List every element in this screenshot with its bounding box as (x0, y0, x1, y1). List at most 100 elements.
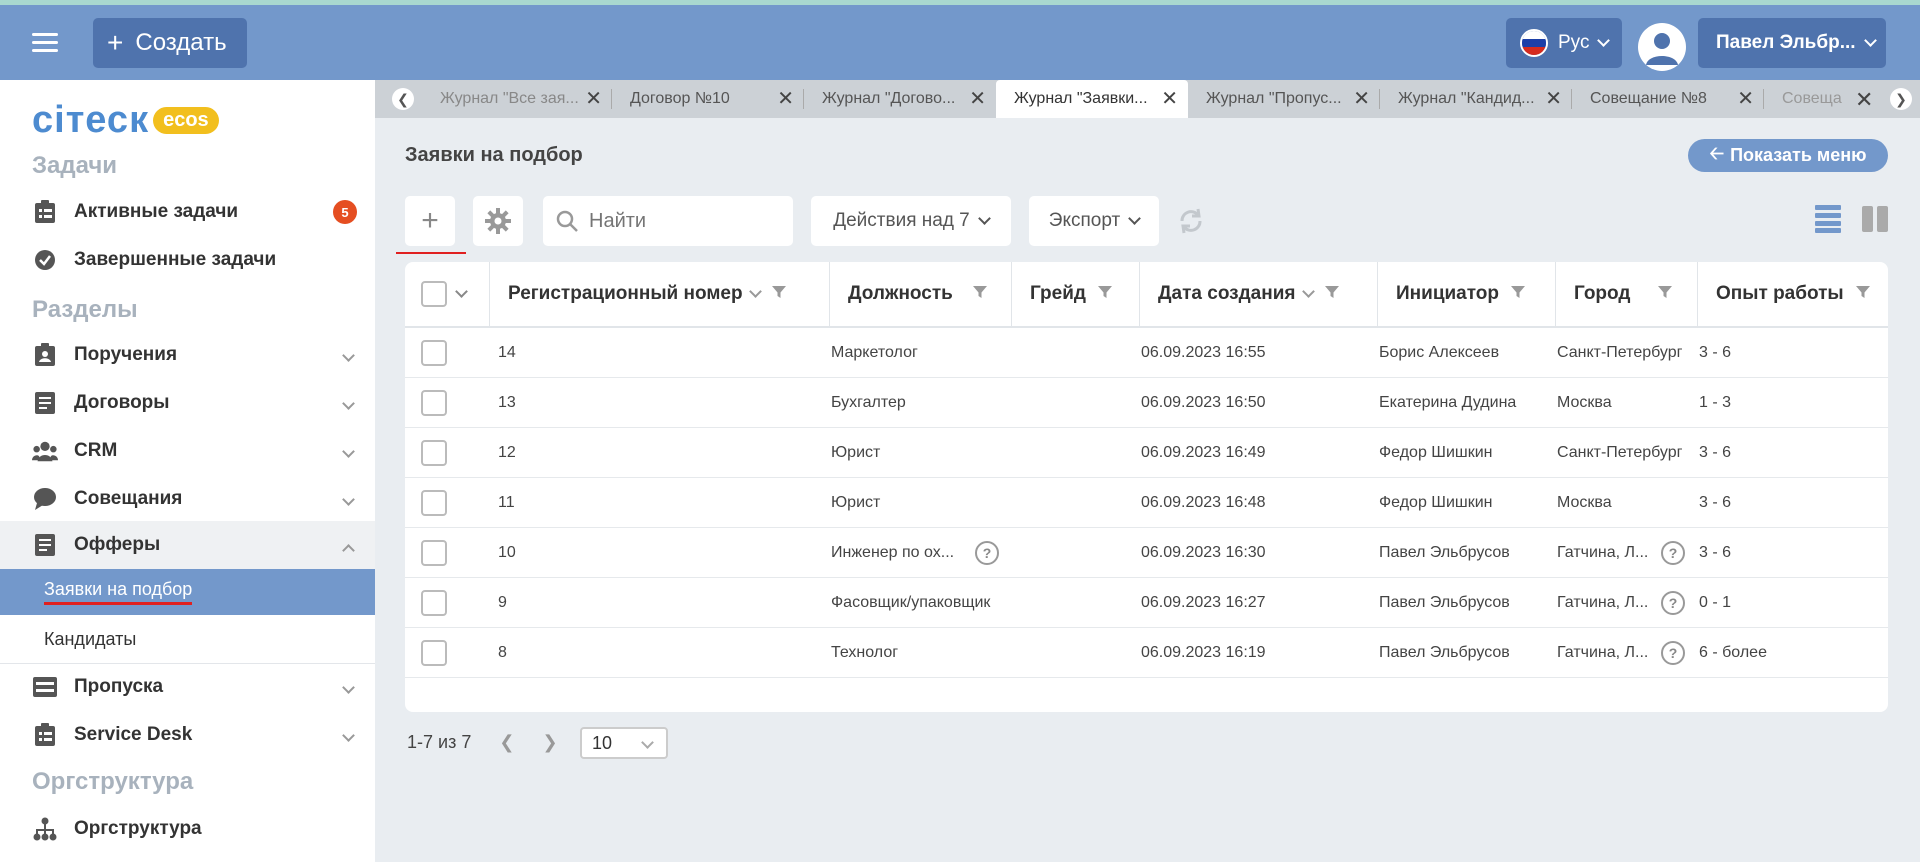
search-icon (556, 210, 578, 232)
journal-table: Регистрационный номер Должность Грейд Да… (405, 262, 1888, 712)
tab-contract-10[interactable]: Договор №10 ✕ (612, 80, 804, 118)
sidebar-item-contracts[interactable]: Договоры (0, 379, 375, 427)
tabs-scroll-left-icon[interactable]: ❮ (392, 88, 414, 110)
tab-passes-journal[interactable]: Журнал "Пропус... ✕ (1188, 80, 1380, 118)
export-dropdown[interactable]: Экспорт (1029, 196, 1159, 246)
column-header-initiator[interactable]: Инициатор (1378, 262, 1556, 326)
close-all-tabs-icon[interactable]: ✕ (1855, 87, 1873, 113)
sidebar-item-label: Поручения (74, 344, 178, 365)
sidebar-item-offers[interactable]: Офферы (0, 521, 375, 569)
sidebar-item-orgstructure[interactable]: Оргструктура (0, 805, 375, 853)
sidebar-item-meetings[interactable]: Совещания (0, 475, 375, 523)
tab-label: Совеща (1782, 90, 1842, 107)
search-box[interactable] (543, 196, 793, 246)
sidebar-item-passes[interactable]: Пропуска (0, 663, 375, 711)
row-checkbox[interactable] (421, 540, 447, 566)
close-icon[interactable]: ✕ (777, 89, 794, 109)
page-size-value: 10 (592, 732, 613, 753)
column-header-created-date[interactable]: Дата создания (1140, 262, 1378, 326)
cell-initiator: Федор Шишкин (1379, 494, 1493, 511)
sidebar-item-service-desk[interactable]: Service Desk (0, 711, 375, 759)
next-page-icon[interactable]: ❯ (542, 732, 557, 753)
tab-meeting-8[interactable]: Совещание №8 ✕ (1572, 80, 1764, 118)
question-help-icon[interactable]: ? (975, 541, 999, 565)
table-row[interactable]: 11 Юрист 06.09.2023 16:48 Федор Шишкин М… (405, 478, 1888, 528)
table-row[interactable]: 12 Юрист 06.09.2023 16:49 Федор Шишкин С… (405, 428, 1888, 478)
user-menu-button[interactable]: Павел Эльбр... (1698, 18, 1886, 68)
sidebar-item-orders[interactable]: Поручения (0, 331, 375, 379)
sort-icon[interactable] (1301, 284, 1315, 298)
sidebar-item-requests[interactable]: Заявки на подбор (0, 569, 375, 615)
avatar[interactable] (1638, 23, 1686, 71)
question-help-icon[interactable]: ? (1661, 641, 1685, 665)
table-row[interactable]: 8 Технолог 06.09.2023 16:19 Павел Эльбру… (405, 628, 1888, 678)
close-icon[interactable]: ✕ (585, 89, 602, 109)
select-all-checkbox[interactable] (421, 281, 447, 307)
columns-view-icon[interactable] (1862, 206, 1888, 237)
page-size-select[interactable]: 10 (580, 727, 668, 759)
table-row[interactable]: 14 Маркетолог 06.09.2023 16:55 Борис Але… (405, 328, 1888, 378)
tab-contracts-journal[interactable]: Журнал "Догово... ✕ (804, 80, 996, 118)
settings-button[interactable] (473, 196, 523, 246)
row-checkbox[interactable] (421, 340, 447, 366)
prev-page-icon[interactable]: ❮ (499, 732, 514, 753)
add-record-button[interactable]: + (405, 196, 455, 246)
tab-requests-journal[interactable]: Журнал "Заявки... ✕ (996, 80, 1188, 118)
chevron-down-icon[interactable] (455, 284, 468, 298)
sidebar-item-active-tasks[interactable]: Активные задачи 5 (0, 188, 375, 236)
close-icon[interactable]: ✕ (1353, 89, 1370, 109)
cell-initiator: Павел Эльбрусов (1379, 544, 1510, 561)
tab-label: Журнал "Кандид... (1398, 90, 1535, 107)
column-header-position[interactable]: Должность (830, 262, 1012, 326)
filter-icon[interactable] (972, 283, 987, 305)
filter-icon[interactable] (1324, 283, 1339, 305)
filter-icon[interactable] (1097, 283, 1112, 305)
filter-icon[interactable] (1511, 283, 1526, 305)
row-checkbox[interactable] (421, 590, 447, 616)
bulk-actions-dropdown[interactable]: Действия над 7 (811, 196, 1011, 246)
close-icon[interactable]: ✕ (969, 89, 986, 109)
logo[interactable]: сітеск ecos (32, 99, 219, 141)
column-header-reg-number[interactable]: Регистрационный номер (490, 262, 830, 326)
column-header-grade[interactable]: Грейд (1012, 262, 1140, 326)
show-menu-button[interactable]: 🡠 Показать меню (1688, 139, 1888, 172)
sidebar-item-done-tasks[interactable]: Завершенные задачи (0, 236, 375, 284)
sidebar-item-candidates[interactable]: Кандидаты (0, 616, 375, 662)
close-icon[interactable]: ✕ (1737, 89, 1754, 109)
language-button[interactable]: Рус (1506, 18, 1622, 68)
column-label: Город (1574, 283, 1631, 304)
search-input[interactable] (589, 209, 779, 233)
row-checkbox[interactable] (421, 440, 447, 466)
question-help-icon[interactable]: ? (1661, 541, 1685, 565)
list-view-icon[interactable] (1815, 205, 1841, 238)
column-header-city[interactable]: Город (1556, 262, 1698, 326)
row-checkbox[interactable] (421, 490, 447, 516)
filter-icon[interactable] (1855, 283, 1870, 305)
tab-meeting-partial[interactable]: Совеща (1764, 80, 1864, 118)
row-checkbox[interactable] (421, 390, 447, 416)
hamburger-menu-icon[interactable] (32, 33, 58, 53)
table-row[interactable]: 13 Бухгалтер 06.09.2023 16:50 Екатерина … (405, 378, 1888, 428)
refresh-button[interactable] (1176, 206, 1206, 241)
add-button-underline (396, 252, 466, 254)
close-icon[interactable]: ✕ (1161, 89, 1178, 109)
table-row[interactable]: 10 Инженер по ох... ? 06.09.2023 16:30 П… (405, 528, 1888, 578)
cell-position: Юрист (831, 494, 881, 511)
tabs-scroll-right-icon[interactable]: ❯ (1890, 88, 1912, 110)
column-header-experience[interactable]: Опыт работы (1698, 262, 1888, 326)
sort-icon[interactable] (748, 284, 762, 298)
tab-all-requests-journal[interactable]: Журнал "Все зая... ✕ (422, 80, 612, 118)
close-icon[interactable]: ✕ (1545, 89, 1562, 109)
create-button[interactable]: + Создать (93, 18, 247, 68)
filter-icon[interactable] (771, 283, 786, 305)
language-label: Рус (1558, 32, 1590, 53)
table-row[interactable]: 9 Фасовщик/упаковщик 06.09.2023 16:27 Па… (405, 578, 1888, 628)
tab-candidates-journal[interactable]: Журнал "Кандид... ✕ (1380, 80, 1572, 118)
sidebar-item-label: CRM (74, 440, 118, 461)
row-checkbox[interactable] (421, 640, 447, 666)
sidebar-item-crm[interactable]: CRM (0, 427, 375, 475)
section-title-sections: Разделы (32, 296, 138, 323)
export-label: Экспорт (1048, 210, 1121, 231)
question-help-icon[interactable]: ? (1661, 591, 1685, 615)
filter-icon[interactable] (1658, 283, 1673, 305)
